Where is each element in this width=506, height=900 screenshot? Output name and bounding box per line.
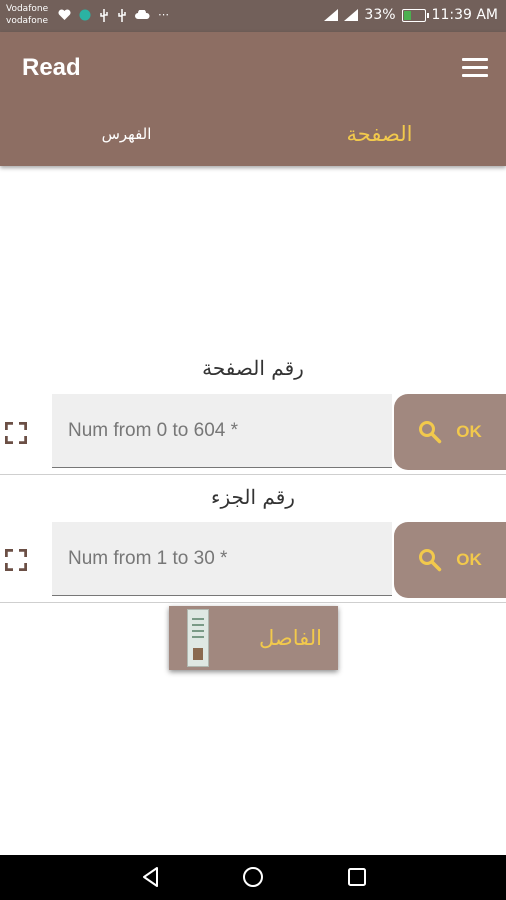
signal-1-icon: [324, 9, 339, 21]
part-number-input-wrap: [52, 522, 392, 596]
expand-icon[interactable]: [5, 549, 27, 571]
part-number-label: رقم الجزء: [211, 485, 295, 509]
part-ok-button[interactable]: OK: [394, 522, 506, 598]
carrier-1: Vodafone: [6, 4, 49, 14]
battery-fill: [403, 10, 411, 20]
battery-percent: 33%: [364, 7, 396, 23]
app-title: Read: [22, 54, 81, 81]
part-number-row: OK: [0, 522, 506, 602]
ok-label: OK: [456, 422, 482, 441]
carrier-info: Vodafone vodafone: [6, 3, 48, 27]
home-icon[interactable]: [241, 865, 265, 889]
more-icon: ⋯: [158, 8, 169, 21]
nav-bar: [0, 855, 506, 900]
heart-icon: [58, 9, 71, 20]
battery-icon: [401, 8, 429, 22]
app-bar: Read الفهرس الصفحة: [0, 32, 506, 166]
carrier-2: vodafone: [6, 16, 48, 26]
usb-icon: [100, 8, 108, 22]
bookmark-label: الفاصل: [259, 626, 322, 650]
notification-icons: ⋯: [58, 8, 169, 22]
part-number-input[interactable]: [52, 522, 392, 595]
status-bar: Vodafone vodafone ⋯ 33% 11:39 AM: [0, 0, 506, 32]
page-number-input-wrap: [52, 394, 392, 468]
back-icon[interactable]: [139, 865, 163, 889]
app-circle-icon: [79, 9, 91, 21]
search-icon: [419, 549, 442, 572]
ok-label: OK: [456, 550, 482, 569]
tab-page[interactable]: الصفحة: [253, 112, 506, 156]
recents-icon[interactable]: [345, 865, 369, 889]
usb-icon: [118, 8, 126, 22]
status-right: 33% 11:39 AM: [324, 7, 498, 23]
bookmark-button[interactable]: الفاصل: [169, 606, 338, 670]
expand-icon[interactable]: [5, 422, 27, 444]
bookmark-thumbnail: [187, 609, 209, 667]
page-ok-button[interactable]: OK: [394, 394, 506, 470]
page-number-label: رقم الصفحة: [202, 356, 304, 380]
cloud-icon: [135, 10, 150, 19]
signal-2-icon: [344, 9, 359, 21]
page-number-input[interactable]: [52, 394, 392, 467]
tab-index[interactable]: الفهرس: [0, 112, 253, 156]
divider: [0, 474, 506, 475]
hamburger-menu-icon[interactable]: [462, 58, 488, 78]
divider: [0, 602, 506, 603]
page-number-row: OK: [0, 394, 506, 474]
clock: 11:39 AM: [431, 7, 498, 23]
search-icon: [419, 421, 442, 444]
